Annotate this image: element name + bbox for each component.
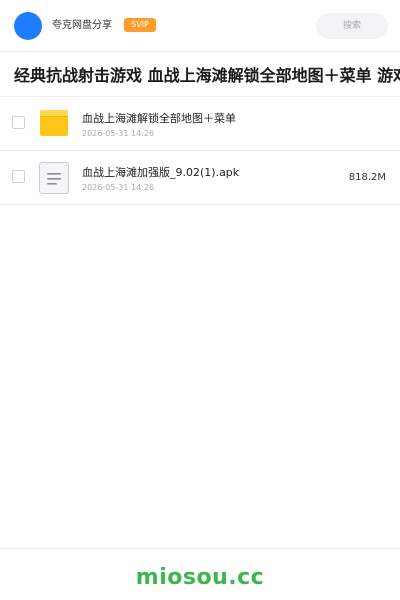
select-checkbox[interactable] (12, 170, 25, 183)
footer-divider (0, 548, 400, 549)
site-watermark[interactable]: miosou.cc (0, 560, 400, 596)
file-icon (38, 161, 70, 195)
file-name[interactable]: 血战上海滩加强版_9.02(1).apk (82, 166, 239, 180)
app-name: 夸克网盘分享 (52, 20, 112, 31)
file-date: 2026-05-31 14:26 (82, 183, 155, 192)
file-row[interactable]: 血战上海滩加强版_9.02(1).apk 2026-05-31 14:26 81… (0, 151, 400, 205)
share-title: 经典抗战射击游戏 血战上海滩解锁全部地图＋菜单 游戏秘籍 (14, 66, 400, 85)
folder-icon (38, 107, 70, 141)
svip-badge[interactable]: SVIP (124, 18, 156, 32)
file-name[interactable]: 血战上海滩解锁全部地图＋菜单 (82, 112, 236, 126)
file-row[interactable]: 血战上海滩解锁全部地图＋菜单 2026-05-31 14:26 (0, 97, 400, 151)
select-checkbox[interactable] (12, 116, 25, 129)
share-page: 夸克网盘分享 SVIP 搜索 经典抗战射击游戏 血战上海滩解锁全部地图＋菜单 游… (0, 0, 400, 600)
file-size: 818.2M (348, 172, 386, 183)
search-input[interactable]: 搜索 (316, 13, 388, 39)
header-bar: 夸克网盘分享 SVIP 搜索 (0, 0, 400, 52)
file-date: 2026-05-31 14:26 (82, 129, 155, 138)
avatar[interactable] (14, 12, 42, 40)
